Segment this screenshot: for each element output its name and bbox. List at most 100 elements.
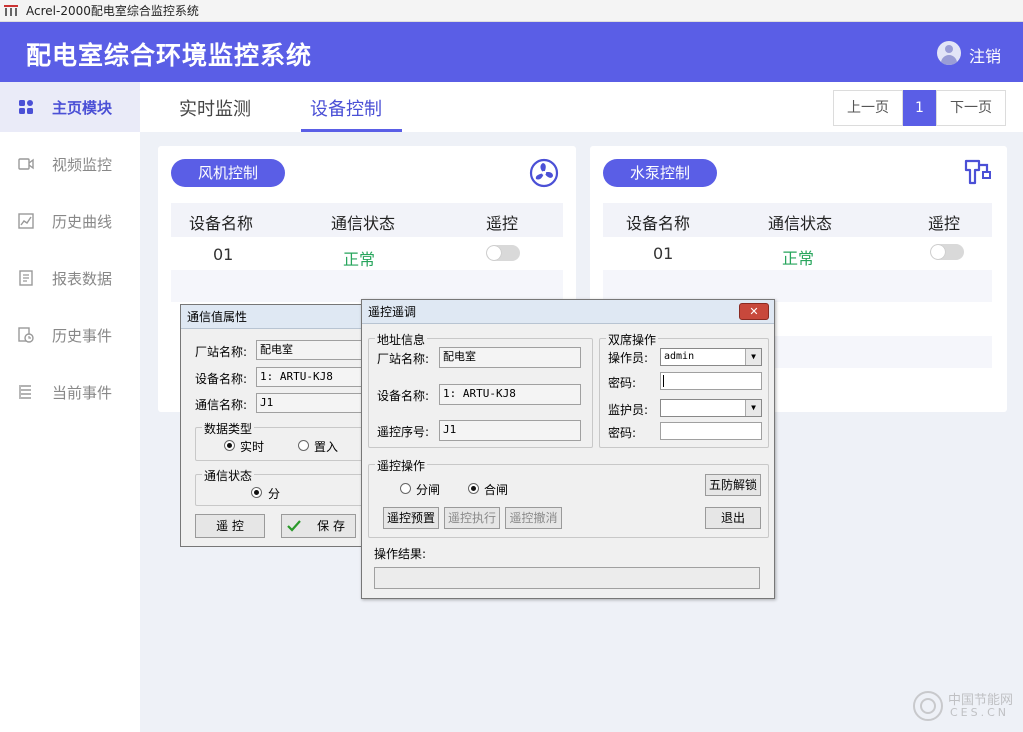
report-icon: [19, 270, 33, 286]
app-icon: [4, 5, 18, 16]
unlock-button[interactable]: 五防解锁: [705, 474, 761, 496]
fan-control-title: 风机控制: [171, 159, 285, 187]
sidebar-item-label: 报表数据: [52, 270, 113, 288]
device-field[interactable]: 1: ARTU-KJ8: [256, 367, 376, 387]
password-label: 密码:: [608, 426, 637, 440]
seq-field[interactable]: J1: [439, 420, 581, 441]
window-title: Acrel-2000配电室综合监控系统: [26, 4, 199, 18]
check-icon: [287, 520, 301, 532]
station-field[interactable]: 配电室: [256, 340, 376, 360]
logout-button[interactable]: 注销: [969, 43, 1001, 67]
seq-label: 遥控序号:: [377, 425, 430, 439]
pump-table-header: 设备名称 通信状态 遥控: [603, 203, 992, 237]
comm-name-label: 通信名称:: [195, 398, 248, 412]
cancel-button[interactable]: 遥控撤消: [505, 507, 562, 529]
save-button[interactable]: 保 存: [281, 514, 356, 538]
group-title: 数据类型: [202, 420, 255, 437]
sidebar-item-label: 历史事件: [52, 327, 113, 345]
empty-row: [171, 270, 563, 302]
remote-operation-group: 遥控操作 分闸 合闸 五防解锁 遥控预置 遥控执行 遥控撤消 退出: [368, 457, 769, 538]
group-title: 通信状态: [202, 467, 255, 484]
comm-state-group: 通信状态 分: [195, 467, 375, 506]
operator-password-input[interactable]: [660, 372, 762, 390]
text-cursor: [663, 375, 664, 387]
active-tab-indicator: [301, 129, 402, 132]
operator-select[interactable]: admin ▼: [660, 348, 762, 366]
guardian-select[interactable]: ▼: [660, 399, 762, 417]
password-label: 密码:: [608, 376, 637, 390]
device-field[interactable]: 1: ARTU-KJ8: [439, 384, 581, 405]
tab-realtime[interactable]: 实时监测: [179, 95, 251, 121]
device-name-cell: 01: [213, 245, 234, 264]
history-icon: [18, 327, 34, 343]
sidebar-item-label: 历史曲线: [52, 213, 113, 231]
exit-button[interactable]: 退出: [705, 507, 761, 529]
preset-button[interactable]: 遥控预置: [383, 507, 439, 529]
remote-control-dialog: 遥控遥调 ✕ 地址信息 厂站名称: 配电室 设备名称: 1: ARTU-KJ8 …: [361, 299, 775, 599]
dialog-title: 遥控遥调: [362, 300, 774, 324]
comm-state-radio[interactable]: [251, 487, 262, 498]
fan-icon: [529, 158, 559, 188]
data-type-group: 数据类型 实时 置入: [195, 420, 375, 461]
pump-remote-toggle[interactable]: [930, 244, 964, 260]
col-comm-status: 通信状态: [768, 214, 833, 233]
grid-icon: [19, 100, 33, 114]
inject-label: 置入: [314, 440, 339, 454]
save-label: 保 存: [317, 519, 345, 533]
operator-label: 操作员:: [608, 351, 649, 365]
close-switch-radio[interactable]: [468, 483, 479, 494]
status-cell: 正常: [343, 250, 376, 269]
station-label: 厂站名称:: [195, 345, 248, 359]
group-title: 双席操作: [606, 331, 659, 348]
watermark: 中国节能网 CES.CN: [912, 686, 1018, 726]
fan-table-header: 设备名称 通信状态 遥控: [171, 203, 563, 237]
video-icon: [18, 158, 34, 170]
pump-icon: [964, 159, 991, 185]
guardian-password-input[interactable]: [660, 422, 762, 440]
fan-remote-toggle[interactable]: [486, 245, 520, 261]
prev-page-button[interactable]: 上一页: [833, 90, 903, 126]
device-name-cell: 01: [653, 244, 674, 263]
operator-value: admin: [664, 351, 695, 362]
chart-icon: [18, 213, 34, 229]
sidebar-item-current-events[interactable]: 当前事件: [0, 367, 140, 417]
close-button[interactable]: ✕: [739, 303, 769, 320]
tab-device-control[interactable]: 设备控制: [310, 95, 382, 121]
sidebar: 主页模块 视频监控 历史曲线 报表数据 历史事件 当前事件: [0, 82, 140, 732]
col-device-name: 设备名称: [189, 214, 254, 233]
close-icon: ✕: [749, 305, 759, 318]
realtime-label: 实时: [240, 440, 265, 454]
execute-button[interactable]: 遥控执行: [444, 507, 500, 529]
current-page-button[interactable]: 1: [903, 90, 936, 126]
close-switch-label: 合闸: [484, 483, 509, 497]
device-label: 设备名称:: [195, 372, 248, 386]
watermark-logo-icon: [913, 691, 943, 721]
guardian-label: 监护员:: [608, 403, 649, 417]
dialog-title: 通信值属性: [181, 305, 369, 329]
next-page-button[interactable]: 下一页: [936, 90, 1006, 126]
dual-operation-group: 双席操作 操作员: admin ▼ 密码: 监护员: ▼ 密码:: [599, 331, 769, 448]
inject-radio[interactable]: [298, 440, 309, 451]
open-switch-label: 分闸: [416, 483, 441, 497]
comm-state-label: 分: [268, 487, 281, 501]
station-field[interactable]: 配电室: [439, 347, 581, 368]
empty-row: [603, 270, 992, 302]
result-label: 操作结果:: [374, 547, 427, 561]
sidebar-item-label: 当前事件: [52, 384, 113, 402]
sidebar-item-history-events[interactable]: 历史事件: [0, 310, 140, 360]
sidebar-item-video[interactable]: 视频监控: [0, 139, 140, 189]
open-switch-radio[interactable]: [400, 483, 411, 494]
comm-name-field[interactable]: J1: [256, 393, 376, 413]
user-avatar-icon[interactable]: [937, 41, 961, 65]
col-comm-status: 通信状态: [331, 214, 396, 233]
sidebar-item-home[interactable]: 主页模块: [0, 82, 140, 132]
comm-value-dialog: 通信值属性 厂站名称: 配电室 设备名称: 1: ARTU-KJ8 通信名称: …: [180, 304, 376, 547]
sidebar-item-report[interactable]: 报表数据: [0, 253, 140, 303]
col-remote: 遥控: [486, 214, 519, 233]
status-cell: 正常: [782, 249, 815, 268]
result-field: [374, 567, 760, 589]
remote-button[interactable]: 遥 控: [195, 514, 265, 538]
station-label: 厂站名称:: [377, 352, 430, 366]
sidebar-item-history-curve[interactable]: 历史曲线: [0, 196, 140, 246]
realtime-radio[interactable]: [224, 440, 235, 451]
